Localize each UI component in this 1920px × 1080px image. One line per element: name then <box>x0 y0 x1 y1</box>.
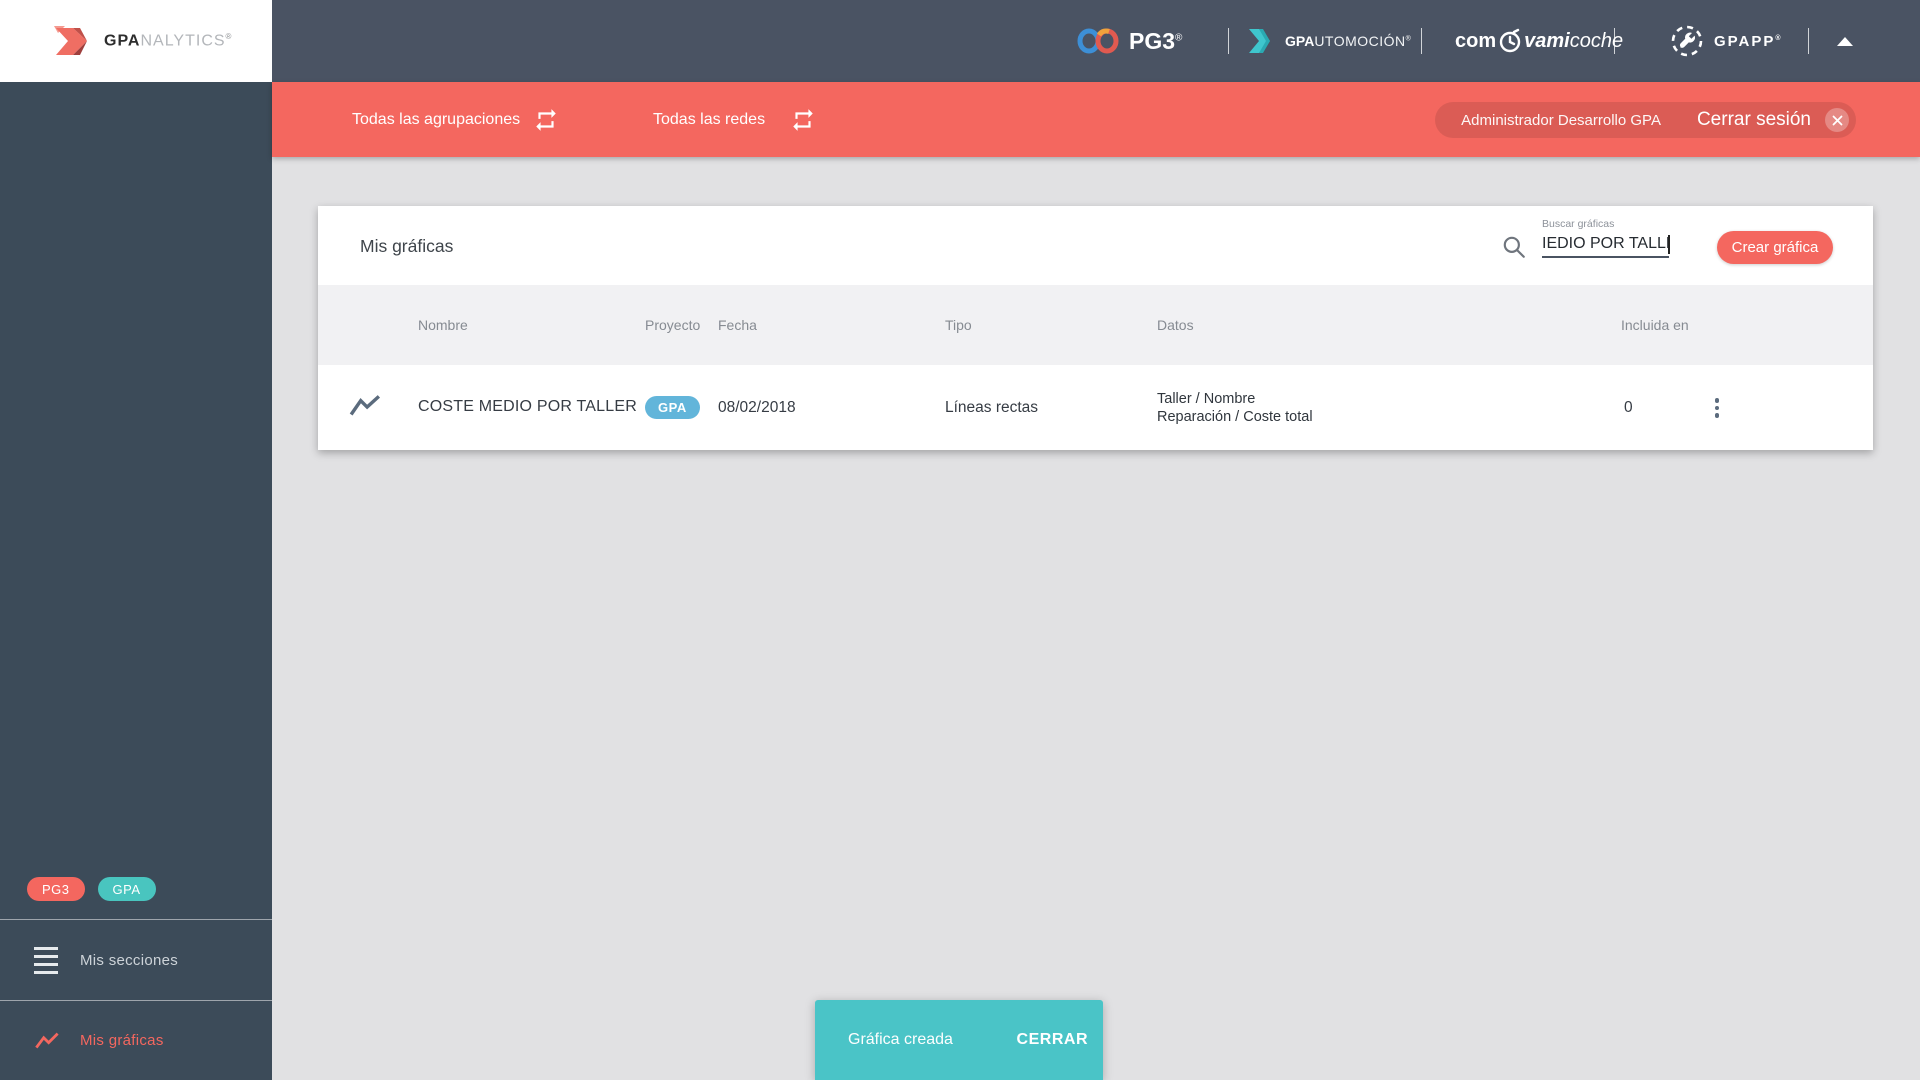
toast-close-button[interactable]: CERRAR <box>1017 1031 1088 1049</box>
row-menu-button[interactable] <box>1704 391 1730 425</box>
row-name: COSTE MEDIO POR TALLER <box>418 398 637 415</box>
header-divider <box>1228 28 1229 54</box>
search-input[interactable] <box>1542 233 1669 258</box>
header-divider <box>1808 28 1809 54</box>
project-badge: GPA <box>645 396 700 419</box>
panel-title: Mis gráficas <box>360 236 454 256</box>
brand-pg3-label: PG3® <box>1129 27 1183 54</box>
column-header-tipo: Tipo <box>945 317 972 333</box>
gpanalytics-mark-icon <box>54 26 87 55</box>
toast-notification: Gráfica creada CERRAR <box>815 1000 1103 1080</box>
brand-compra-part3: coche <box>1569 29 1624 52</box>
brand-compra-part1: com <box>1455 29 1497 52</box>
column-header-fecha: Fecha <box>718 317 757 333</box>
badge-gpa[interactable]: GPA <box>97 877 156 901</box>
row-data-line2: Reparación / Coste total <box>1157 408 1313 425</box>
brand-compravamicoche[interactable]: com vami coche <box>1455 0 1623 82</box>
kebab-icon <box>1714 398 1720 403</box>
logout-button[interactable]: Cerrar sesión <box>1697 109 1811 131</box>
row-data-line1: Taller / Nombre <box>1157 391 1256 407</box>
text-caret <box>1668 235 1670 254</box>
mis-graficas-panel: Mis gráficas Buscar gráficas Crear gráfi… <box>318 206 1873 450</box>
chart-line-icon <box>349 395 381 416</box>
infinity-icon <box>1077 28 1119 54</box>
brand-gpautomocion-label: GPAUTOMOCIÓN® <box>1285 33 1411 49</box>
column-header-datos: Datos <box>1157 317 1194 333</box>
row-type: Líneas rectas <box>945 399 1039 416</box>
create-chart-button[interactable]: Crear gráfica <box>1717 231 1833 264</box>
repeat-icon <box>793 109 813 131</box>
clock-icon <box>1499 28 1521 53</box>
repeat-icon <box>536 109 556 131</box>
column-header-incluida-en: Incluida en <box>1621 317 1689 333</box>
brand-pg3[interactable]: PG3® <box>1077 0 1182 82</box>
table-row[interactable]: COSTE MEDIO POR TALLER GPA 08/02/2018 Lí… <box>318 365 1873 450</box>
search-field: Buscar gráficas <box>1542 218 1670 258</box>
chevron-up-icon <box>1837 36 1853 46</box>
groupings-filter-label[interactable]: Todas las agrupaciones <box>352 82 520 157</box>
toast-message: Gráfica creada <box>848 1031 953 1048</box>
wrench-icon <box>1671 25 1703 57</box>
chart-line-icon <box>34 1032 60 1050</box>
badge-pg3[interactable]: PG3 <box>27 877 85 901</box>
logged-user-label: Administrador Desarrollo GPA <box>1461 111 1661 129</box>
menu-icon <box>34 944 60 976</box>
filter-bar: Todas las agrupaciones Todas las redes A… <box>272 82 1920 157</box>
table-header: Nombre Proyecto Fecha Tipo Datos Incluid… <box>318 285 1873 365</box>
row-included-count: 0 <box>1624 399 1633 416</box>
brand-gpapp[interactable]: GPAPP® <box>1670 0 1783 82</box>
row-date: 08/02/2018 <box>718 399 796 416</box>
brand-gpapp-label: GPAPP® <box>1714 32 1783 50</box>
networks-filter-label[interactable]: Todas las redes <box>653 82 765 157</box>
top-header-bar: PG3® GPAUTOMOCIÓN® com vami coche GPAPP® <box>272 0 1920 82</box>
sidebar: GPANALYTICS® PG3 GPA Mis secciones Mis g… <box>0 0 272 1080</box>
header-divider <box>1421 28 1422 54</box>
column-header-proyecto: Proyecto <box>645 317 701 333</box>
gpanalytics-logo[interactable]: GPANALYTICS® <box>0 0 272 82</box>
sidebar-item-label: Mis secciones <box>80 951 179 969</box>
brand-compra-part2: vami <box>1524 29 1570 52</box>
collapse-header-button[interactable] <box>1830 30 1860 52</box>
sidebar-item-mis-graficas[interactable]: Mis gráficas <box>0 1000 272 1080</box>
row-data-fields: Taller / Nombre Reparación / Coste total <box>1157 391 1313 426</box>
gpanalytics-wordmark: GPANALYTICS® <box>104 31 233 50</box>
swap-networks-button[interactable] <box>790 107 816 133</box>
close-session-icon[interactable] <box>1825 108 1849 132</box>
column-header-nombre: Nombre <box>418 317 468 333</box>
search-icon <box>1503 236 1525 258</box>
double-chevron-icon <box>1249 29 1270 53</box>
swap-groupings-button[interactable] <box>533 107 559 133</box>
user-session-pill: Administrador Desarrollo GPA Cerrar sesi… <box>1435 102 1856 138</box>
sidebar-item-label: Mis gráficas <box>80 1032 164 1049</box>
search-field-label: Buscar gráficas <box>1542 218 1615 230</box>
sidebar-item-mis-secciones[interactable]: Mis secciones <box>0 919 272 1000</box>
brand-gpautomocion[interactable]: GPAUTOMOCIÓN® <box>1245 0 1411 82</box>
header-divider <box>1614 28 1615 54</box>
sidebar-badges: PG3 GPA <box>27 877 156 901</box>
